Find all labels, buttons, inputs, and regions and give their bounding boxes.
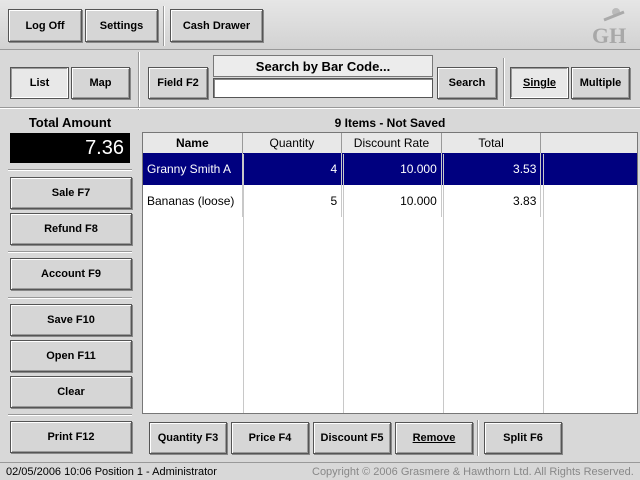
- discount-label: Discount F5: [320, 432, 384, 444]
- side-separator: [8, 251, 132, 253]
- cell-name: Granny Smith A: [143, 153, 243, 185]
- column-header-total[interactable]: Total: [441, 133, 542, 153]
- quantity-label: Quantity F3: [157, 432, 219, 444]
- refund-label: Refund F8: [44, 223, 98, 235]
- single-mode-button[interactable]: Single: [510, 67, 569, 99]
- refund-f8-button[interactable]: Refund F8: [10, 213, 132, 245]
- search-button[interactable]: Search: [437, 67, 497, 99]
- grid-title: 9 Items - Not Saved: [334, 116, 446, 130]
- header-divider: [138, 52, 140, 110]
- open-f11-button[interactable]: Open F11: [10, 340, 132, 372]
- map-label: Map: [89, 77, 112, 89]
- cell-quantity: 5: [243, 185, 343, 217]
- status-datetime-user: 02/05/2006 10:06 Position 1 - Administra…: [6, 465, 217, 478]
- price-f4-button[interactable]: Price F4: [231, 422, 309, 454]
- account-f9-button[interactable]: Account F9: [10, 258, 132, 290]
- column-header-extra: [541, 133, 637, 153]
- cell-total: 3.83: [442, 185, 542, 217]
- side-separator: [8, 414, 132, 416]
- remove-label: Remove: [412, 432, 456, 444]
- side-separator: [8, 169, 132, 171]
- status-copyright: Copyright © 2006 Grasmere & Hawthorn Ltd…: [312, 465, 634, 478]
- settings-button[interactable]: Settings: [85, 9, 158, 42]
- print-label: Print F12: [47, 431, 95, 443]
- cash-drawer-label: Cash Drawer: [182, 19, 251, 32]
- price-label: Price F4: [248, 432, 292, 444]
- save-label: Save F10: [47, 314, 95, 326]
- items-grid[interactable]: Name Quantity Discount Rate Total Granny…: [142, 132, 638, 414]
- cash-drawer-button[interactable]: Cash Drawer: [170, 9, 263, 42]
- column-header-quantity[interactable]: Quantity: [242, 133, 343, 153]
- cell-quantity: 4: [243, 153, 343, 185]
- remove-button[interactable]: Remove: [395, 422, 473, 454]
- split-f6-button[interactable]: Split F6: [484, 422, 562, 454]
- sale-label: Sale F7: [51, 187, 91, 199]
- total-amount-label: Total Amount: [28, 115, 112, 130]
- log-off-label: Log Off: [25, 19, 65, 32]
- account-label: Account F9: [41, 268, 101, 280]
- discount-f5-button[interactable]: Discount F5: [313, 422, 391, 454]
- header-separator: [0, 107, 640, 109]
- print-f12-button[interactable]: Print F12: [10, 421, 132, 453]
- sale-f7-button[interactable]: Sale F7: [10, 177, 132, 209]
- barcode-search-input[interactable]: [213, 78, 433, 98]
- search-button-label: Search: [448, 77, 486, 89]
- side-separator: [8, 297, 132, 299]
- column-header-discount-rate[interactable]: Discount Rate: [342, 133, 442, 153]
- bottom-divider: [477, 420, 479, 456]
- table-row[interactable]: Granny Smith A 4 10.000 3.53: [143, 153, 637, 185]
- settings-label: Settings: [99, 19, 144, 32]
- single-label: Single: [522, 77, 556, 89]
- cell-discount-rate: 10.000: [342, 153, 442, 185]
- multiple-label: Multiple: [579, 77, 622, 89]
- log-off-button[interactable]: Log Off: [8, 9, 82, 42]
- list-label: List: [29, 77, 50, 89]
- clear-button[interactable]: Clear: [10, 376, 132, 408]
- total-amount-value: 7.36: [10, 133, 130, 163]
- split-label: Split F6: [503, 432, 543, 444]
- svg-text:GH: GH: [592, 23, 626, 46]
- search-divider: [503, 58, 505, 106]
- save-f10-button[interactable]: Save F10: [10, 304, 132, 336]
- quantity-f3-button[interactable]: Quantity F3: [149, 422, 227, 454]
- cell-discount-rate: 10.000: [342, 185, 442, 217]
- table-row[interactable]: Bananas (loose) 5 10.000 3.83: [143, 185, 637, 217]
- status-bar: 02/05/2006 10:06 Position 1 - Administra…: [0, 462, 640, 480]
- toolbar-divider: [163, 6, 165, 46]
- gh-logo-icon: GH: [592, 8, 626, 46]
- field-f2-button[interactable]: Field F2: [148, 67, 208, 99]
- column-header-name[interactable]: Name: [143, 133, 243, 153]
- search-label: Search by Bar Code...: [213, 55, 433, 77]
- cell-name: Bananas (loose): [143, 185, 243, 217]
- multiple-mode-button[interactable]: Multiple: [571, 67, 630, 99]
- map-view-button[interactable]: Map: [71, 67, 130, 99]
- cell-extra: [541, 153, 637, 185]
- cell-extra: [541, 185, 637, 217]
- list-view-button[interactable]: List: [10, 67, 69, 99]
- open-label: Open F11: [46, 350, 96, 362]
- clear-label: Clear: [57, 386, 85, 398]
- grid-header: Name Quantity Discount Rate Total: [143, 133, 637, 153]
- cell-total: 3.53: [442, 153, 542, 185]
- field-label: Field F2: [157, 77, 199, 89]
